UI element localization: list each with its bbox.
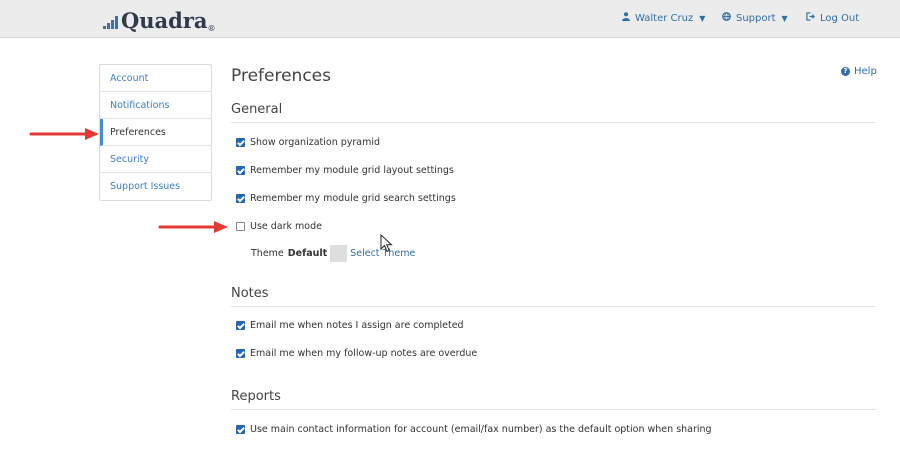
section-divider	[231, 306, 876, 307]
checkbox-checked-icon[interactable]	[236, 349, 245, 358]
theme-label: Theme	[251, 248, 284, 259]
option-label: Email me when notes I assign are complet…	[250, 320, 464, 331]
section-title-general: General	[231, 102, 283, 117]
logout-icon	[806, 12, 815, 24]
section-divider	[231, 122, 876, 123]
option-remember-grid-search[interactable]: Remember my module grid search settings	[236, 193, 456, 204]
chevron-down-icon: ▼	[781, 13, 788, 23]
chevron-down-icon: ▼	[699, 13, 706, 23]
top-header: Quadra ® Walter Cruz ▼ Support ▼ Log Out	[0, 0, 900, 38]
sidebar-item-support-issues[interactable]: Support Issues	[100, 173, 211, 200]
option-label: Use dark mode	[250, 221, 322, 232]
checkbox-checked-icon[interactable]	[236, 166, 245, 175]
option-label: Email me when my follow-up notes are ove…	[250, 348, 478, 359]
option-use-main-contact-info[interactable]: Use main contact information for account…	[236, 424, 712, 435]
support-menu[interactable]: Support ▼	[722, 12, 788, 24]
section-title-reports: Reports	[231, 389, 281, 404]
sidebar-item-account[interactable]: Account	[100, 65, 211, 92]
globe-icon	[722, 12, 731, 24]
option-label: Remember my module grid layout settings	[250, 165, 454, 176]
checkbox-checked-icon[interactable]	[236, 425, 245, 434]
quadra-logo[interactable]: Quadra ®	[103, 7, 216, 33]
help-link[interactable]: ? Help	[841, 66, 877, 77]
registered-mark: ®	[207, 24, 216, 33]
help-icon: ?	[841, 67, 850, 76]
checkbox-checked-icon[interactable]	[236, 138, 245, 147]
user-menu[interactable]: Walter Cruz ▼	[622, 12, 705, 24]
user-icon	[622, 12, 630, 24]
section-title-notes: Notes	[231, 286, 269, 301]
logo-text: Quadra	[121, 8, 208, 33]
red-arrow-annotation	[158, 221, 228, 233]
logo-bars-icon	[103, 16, 119, 29]
option-remember-grid-layout[interactable]: Remember my module grid layout settings	[236, 165, 454, 176]
option-email-notes-completed[interactable]: Email me when notes I assign are complet…	[236, 320, 464, 331]
checkbox-unchecked-icon[interactable]	[236, 222, 245, 231]
theme-value: Default	[287, 248, 328, 259]
option-email-followup-overdue[interactable]: Email me when my follow-up notes are ove…	[236, 348, 477, 359]
support-label: Support	[736, 12, 776, 24]
checkbox-checked-icon[interactable]	[236, 321, 245, 330]
sidebar-item-security[interactable]: Security	[100, 146, 211, 173]
page-title: Preferences	[231, 66, 331, 86]
help-label: Help	[854, 66, 877, 77]
red-arrow-annotation	[29, 128, 99, 140]
option-use-dark-mode[interactable]: Use dark mode	[236, 221, 322, 232]
logout-label: Log Out	[820, 12, 860, 24]
option-label: Remember my module grid search settings	[250, 193, 456, 204]
checkbox-checked-icon[interactable]	[236, 194, 245, 203]
option-label: Show organization pyramid	[250, 137, 381, 148]
option-label: Use main contact information for account…	[250, 424, 712, 435]
option-show-organization-pyramid[interactable]: Show organization pyramid	[236, 137, 380, 148]
sidebar-item-notifications[interactable]: Notifications	[100, 92, 211, 119]
settings-sidebar: Account Notifications Preferences Securi…	[99, 64, 212, 201]
theme-swatch	[330, 245, 348, 262]
logout-link[interactable]: Log Out	[806, 12, 859, 24]
user-name: Walter Cruz	[635, 12, 694, 24]
mouse-cursor-icon	[380, 234, 393, 253]
section-divider	[231, 409, 876, 410]
sidebar-item-preferences[interactable]: Preferences	[100, 119, 211, 146]
